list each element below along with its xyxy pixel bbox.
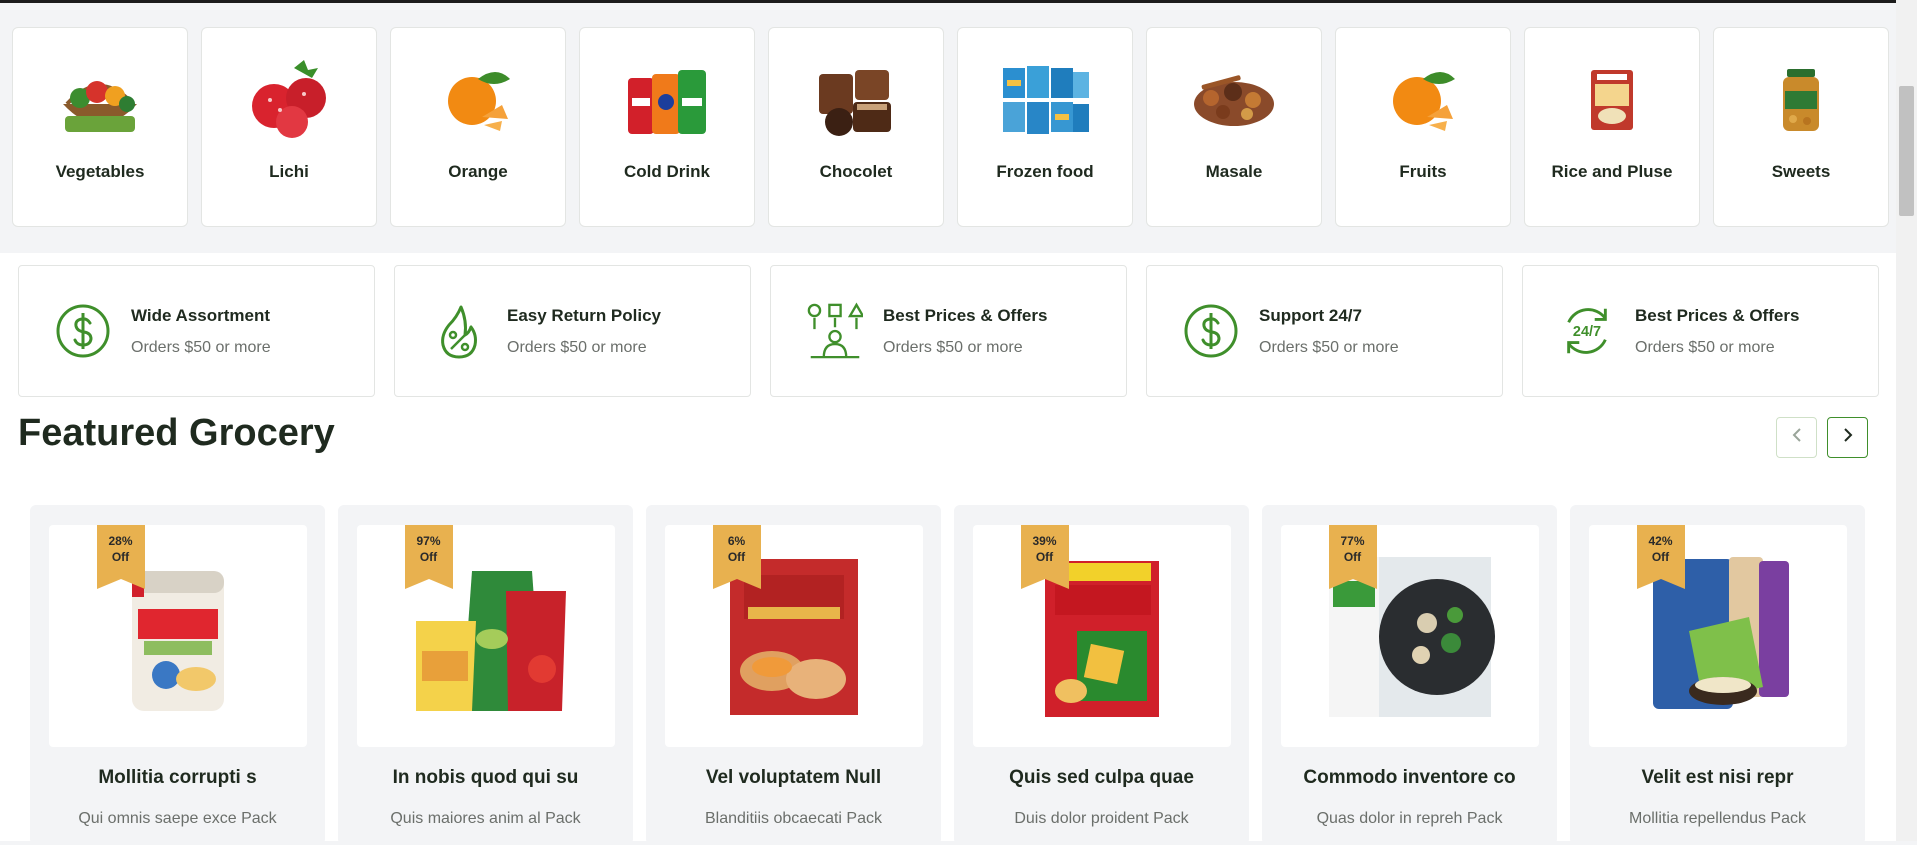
svg-text:24/7: 24/7	[1573, 324, 1601, 340]
product-pack: Qui omnis saepe exce Pack	[78, 810, 277, 827]
product-name: In nobis quod qui su	[392, 767, 579, 788]
vegetables-basket-image	[52, 58, 148, 142]
product-image: 39% Off	[972, 525, 1231, 747]
feature-subtitle: Orders $50 or more	[883, 338, 1023, 356]
category-label: Cold Drink	[624, 162, 710, 181]
category-label: Chocolet	[819, 162, 893, 181]
feature-subtitle: Orders $50 or more	[131, 338, 271, 356]
lichi-image	[241, 58, 337, 142]
product-carousel: 28% Off Mollitia corrupti s Qui omnis sae…	[30, 505, 1865, 845]
product-card[interactable]: 39% Off Quis sed culpa quae Duis dolor pr…	[954, 505, 1249, 845]
feature-card: 24/7 Best Prices & Offers Orders $50 or …	[1522, 265, 1879, 397]
product-image: 28% Off	[48, 525, 307, 747]
category-label: Lichi	[269, 162, 309, 181]
discount-badge: 28% Off	[96, 525, 145, 589]
product-name: Quis sed culpa quae	[1009, 767, 1194, 788]
product-pack: Duis dolor proident Pack	[1014, 810, 1189, 827]
sweets-jar-image	[1753, 58, 1849, 142]
scrollbar-thumb[interactable]	[1899, 86, 1914, 216]
product-name: Mollitia corrupti s	[98, 767, 257, 788]
discount-badge: 42% Off	[1636, 525, 1685, 589]
feature-card: Wide Assortment Orders $50 or more	[18, 265, 375, 397]
section-title: Featured Grocery	[18, 412, 335, 454]
chocolate-image	[808, 58, 904, 142]
category-label: Fruits	[1399, 162, 1447, 181]
category-card-sweets[interactable]: Sweets	[1713, 27, 1889, 227]
category-card-vegetables[interactable]: Vegetables	[12, 27, 188, 227]
orange-image	[430, 58, 526, 142]
chevron-right-icon	[1841, 427, 1855, 448]
product-name: Vel voluptatem Null	[705, 767, 882, 788]
page-scrollbar[interactable]	[1896, 0, 1917, 841]
product-image: 6% Off	[664, 525, 923, 747]
feature-title: Best Prices & Offers	[1635, 305, 1800, 325]
product-image: 77% Off	[1280, 525, 1539, 747]
discount-badge: 39% Off	[1020, 525, 1069, 589]
feature-card: Support 24/7 Orders $50 or more	[1146, 265, 1503, 397]
product-pack: Quis maiores anim al Pack	[390, 810, 581, 827]
chevron-left-icon	[1790, 427, 1804, 448]
top-banner-edge	[0, 0, 1896, 3]
dollar-circle-icon	[1183, 303, 1239, 359]
feature-subtitle: Orders $50 or more	[1259, 338, 1399, 356]
category-card-cold-drink[interactable]: Cold Drink	[579, 27, 755, 227]
feature-list: Wide Assortment Orders $50 or more Easy …	[18, 265, 1879, 397]
category-card-chocolet[interactable]: Chocolet	[768, 27, 944, 227]
product-card[interactable]: 77% Off Commodo inventore co Quas dolor i…	[1262, 505, 1557, 845]
product-card[interactable]: 28% Off Mollitia corrupti s Qui omnis sae…	[30, 505, 325, 845]
frozen-food-image	[997, 58, 1093, 142]
category-card-masale[interactable]: Masale	[1146, 27, 1322, 227]
product-pack: Mollitia repellendus Pack	[1629, 810, 1806, 827]
feature-card: Easy Return Policy Orders $50 or more	[394, 265, 751, 397]
discount-badge: 77% Off	[1328, 525, 1377, 589]
feature-subtitle: Orders $50 or more	[507, 338, 647, 356]
category-label: Masale	[1205, 162, 1263, 181]
feature-title: Wide Assortment	[131, 305, 271, 325]
feature-card: Best Prices & Offers Orders $50 or more	[770, 265, 1127, 397]
feature-subtitle: Orders $50 or more	[1635, 338, 1775, 356]
shapes-person-icon	[807, 302, 863, 359]
category-label: Vegetables	[55, 162, 145, 181]
discount-badge: 6% Off	[712, 525, 761, 589]
category-card-fruits[interactable]: Fruits	[1335, 27, 1511, 227]
feature-title: Easy Return Policy	[507, 305, 662, 325]
category-label: Sweets	[1771, 162, 1831, 181]
product-card[interactable]: 42% Off Velit est nisi repr Mollitia repe…	[1570, 505, 1865, 845]
product-pack: Quas dolor in repreh Pack	[1316, 810, 1503, 827]
category-label: Orange	[448, 162, 508, 181]
carousel-prev-button[interactable]	[1776, 417, 1817, 458]
feature-title: Support 24/7	[1259, 305, 1362, 325]
dollar-circle-icon	[55, 303, 111, 359]
discount-badge: 97% Off	[404, 525, 453, 589]
product-image: 42% Off	[1588, 525, 1847, 747]
feature-title: Best Prices & Offers	[883, 305, 1048, 325]
product-name: Velit est nisi repr	[1641, 767, 1794, 788]
category-label: Rice and Pluse	[1551, 162, 1673, 181]
category-list: Vegetables Lichi Orange Cold Drink Choco…	[12, 27, 1889, 227]
cold-drink-image	[619, 58, 715, 142]
support-24-7-icon: 24/7	[1559, 303, 1615, 359]
product-name: Commodo inventore co	[1303, 767, 1516, 788]
category-card-frozen-food[interactable]: Frozen food	[957, 27, 1133, 227]
carousel-next-button[interactable]	[1827, 417, 1868, 458]
category-card-lichi[interactable]: Lichi	[201, 27, 377, 227]
product-card[interactable]: 97% Off In nobis quod qui su Quis maiores…	[338, 505, 633, 845]
category-card-rice-and-pluse[interactable]: Rice and Pluse	[1524, 27, 1700, 227]
product-card[interactable]: 6% Off Vel voluptatem Null Blanditiis obc…	[646, 505, 941, 845]
product-pack: Blanditiis obcaecati Pack	[705, 810, 882, 827]
rice-pack-image	[1564, 58, 1660, 142]
category-label: Frozen food	[996, 162, 1094, 181]
category-card-orange[interactable]: Orange	[390, 27, 566, 227]
percent-drop-icon	[431, 303, 487, 359]
product-image: 97% Off	[356, 525, 615, 747]
orange-image	[1375, 58, 1471, 142]
spices-image	[1186, 58, 1282, 142]
